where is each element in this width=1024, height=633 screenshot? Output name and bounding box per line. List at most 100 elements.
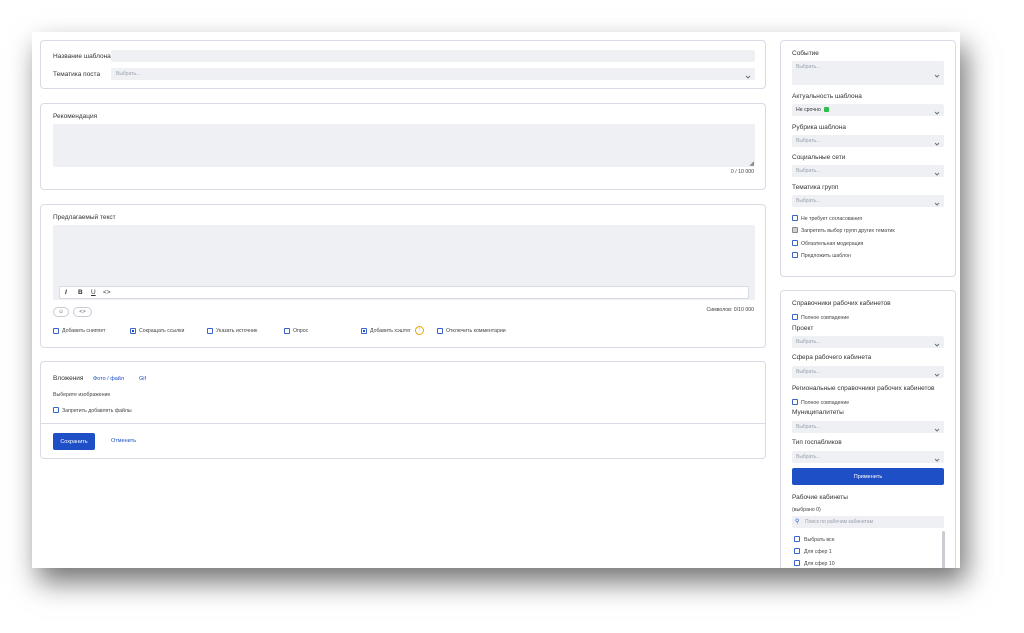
app-window: Название шаблона Тематика поста Выбрать.… [32, 32, 960, 568]
hashtag-label: Добавить хэштег [370, 328, 411, 334]
attachments-card: Вложения Фото / файл Gif Выберите изобра… [40, 361, 766, 459]
template-name-label: Название шаблона [53, 53, 111, 60]
cabinet-search-placeholder: Поиск по рабочим кабинетам [805, 519, 874, 525]
chevron-down-icon [932, 337, 942, 347]
hashtag-checkbox[interactable] [361, 328, 367, 334]
actuality-select[interactable]: Не срочно [792, 104, 944, 116]
gif-link[interactable]: Gif [139, 376, 146, 382]
italic-button[interactable]: I [65, 289, 67, 296]
shorten-links-checkbox[interactable] [130, 328, 136, 334]
sphere-label: Сфера рабочего кабинета [792, 354, 872, 361]
forbid-files-label: Запретить добавлять файлы [62, 408, 132, 414]
proposed-text-card: Предлагаемый текст I B U <> ☺ <> Символо… [40, 204, 766, 348]
snippet-checkbox[interactable] [53, 328, 59, 334]
bold-button[interactable]: B [78, 289, 83, 296]
select-all-label: Выбрать все [804, 537, 835, 543]
post-topic-placeholder: Выбрать... [116, 71, 141, 77]
no-approval-label: Не требует согласования [801, 216, 863, 222]
underline-button[interactable]: U [91, 289, 96, 296]
regional-label: Региональные справочники рабочих кабинет… [792, 385, 935, 392]
selected-count: (выбрано 0) [792, 507, 821, 513]
rubric-placeholder: Выбрать... [796, 138, 821, 144]
full-match-label: Полное совпадение [801, 315, 850, 321]
template-card: Название шаблона Тематика поста Выбрать.… [40, 40, 766, 89]
no-approval-checkbox[interactable] [792, 215, 798, 221]
social-placeholder: Выбрать... [796, 168, 821, 174]
moderation-label: Обязательная модерация [801, 241, 864, 247]
settings-card: Событие Выбрать... Актуальность шаблона … [780, 40, 956, 277]
chevron-down-icon [932, 422, 942, 432]
template-name-input[interactable] [111, 50, 755, 62]
type-select[interactable]: Выбрать... [792, 451, 944, 463]
cabinet-search-input[interactable]: ⚲ Поиск по рабочим кабинетам [792, 516, 944, 528]
moderation-checkbox[interactable] [792, 240, 798, 246]
post-topic-select[interactable]: Выбрать... [111, 68, 755, 80]
actuality-label: Актуальность шаблона [792, 93, 862, 100]
groups-label: Тематика групп [792, 184, 839, 191]
chevron-down-icon [932, 196, 942, 206]
code-icon: <> [79, 309, 86, 315]
emoji-button[interactable]: ☺ [53, 307, 69, 317]
sphere-select[interactable]: Выбрать... [792, 366, 944, 378]
rubric-select[interactable]: Выбрать... [792, 135, 944, 147]
source-label: Указать источник [216, 328, 258, 334]
shorten-links-label: Сокращать ссылки [139, 328, 185, 334]
chevron-down-icon [932, 136, 942, 146]
resize-handle-icon[interactable]: ◢ [749, 160, 754, 167]
municipal-select[interactable]: Выбрать... [792, 421, 944, 433]
recommendation-counter: 0 / 10 000 [730, 169, 754, 175]
groups-select[interactable]: Выбрать... [792, 195, 944, 207]
municipal-placeholder: Выбрать... [796, 424, 821, 430]
recommendation-textarea[interactable]: ◢ [53, 124, 755, 167]
recommendation-card: Рекомендация ◢ 0 / 10 000 [40, 103, 766, 190]
select-all-checkbox[interactable] [794, 536, 800, 542]
divider [41, 423, 765, 424]
chevron-down-icon [932, 367, 942, 377]
code-button[interactable]: <> [103, 289, 111, 296]
project-select[interactable]: Выбрать... [792, 336, 944, 348]
type-placeholder: Выбрать... [796, 454, 821, 460]
full-match-checkbox[interactable] [792, 314, 798, 320]
forbid-groups-checkbox[interactable] [792, 227, 798, 233]
cabinet-item-checkbox[interactable] [794, 560, 800, 566]
type-label: Тип госпабликов [792, 439, 842, 446]
cancel-link[interactable]: Отменить [111, 438, 136, 444]
disable-comments-checkbox[interactable] [437, 328, 443, 334]
cabinets-label: Рабочие кабинеты [792, 494, 848, 501]
code-insert-button[interactable]: <> [73, 307, 92, 317]
forbid-groups-label: Запретить выбор групп других тематик [801, 228, 895, 234]
social-select[interactable]: Выбрать... [792, 165, 944, 177]
status-indicator [824, 107, 829, 112]
groups-placeholder: Выбрать... [796, 198, 821, 204]
save-button[interactable]: Сохранить [53, 433, 95, 450]
cabinets-scrollbar[interactable] [942, 531, 945, 568]
source-checkbox[interactable] [207, 328, 213, 334]
event-placeholder: Выбрать... [796, 64, 821, 70]
search-icon: ⚲ [795, 519, 800, 525]
event-label: Событие [792, 50, 819, 57]
apply-button[interactable]: Применить [792, 468, 944, 485]
municipal-label: Муниципалитеты [792, 409, 844, 416]
forbid-files-checkbox[interactable] [53, 407, 59, 413]
suggest-template-label: Предложить шаблон [801, 253, 851, 259]
full-match2-checkbox[interactable] [792, 399, 798, 405]
photo-file-link[interactable]: Фото / файл [93, 376, 124, 382]
proposed-text-counter: Символов: 0/10 000 [706, 307, 754, 313]
event-select[interactable]: Выбрать... [792, 61, 944, 85]
chevron-down-icon [932, 166, 942, 176]
social-label: Социальные сети [792, 154, 846, 161]
poll-checkbox[interactable] [284, 328, 290, 334]
chevron-down-icon [932, 68, 942, 78]
recommendation-label: Рекомендация [53, 113, 98, 120]
chevron-down-icon [932, 105, 942, 115]
cabinet-item-checkbox[interactable] [794, 548, 800, 554]
cabinet-item-label: Для сфер 1 [804, 549, 832, 555]
info-icon[interactable]: ! [415, 326, 424, 335]
project-placeholder: Выбрать... [796, 339, 821, 345]
proposed-text-label: Предлагаемый текст [53, 214, 116, 221]
emoji-icon: ☺ [58, 309, 64, 315]
snippet-label: Добавить сниппет [62, 328, 106, 334]
chevron-down-icon [743, 69, 753, 79]
suggest-template-checkbox[interactable] [792, 252, 798, 258]
sphere-placeholder: Выбрать... [796, 369, 821, 375]
